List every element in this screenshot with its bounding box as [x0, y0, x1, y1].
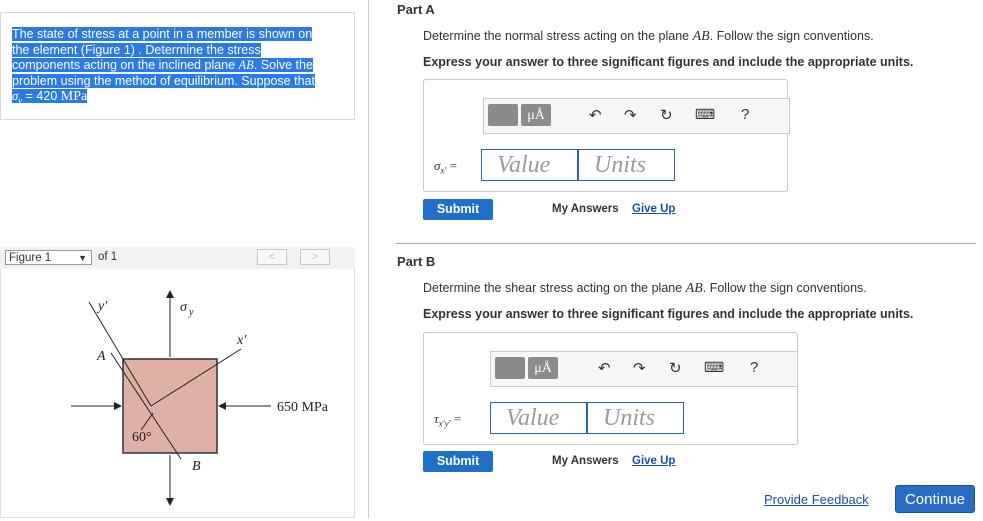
- undo-icon[interactable]: ↶: [589, 106, 602, 124]
- problem-line-4: problem using the method of equilibrium.…: [12, 73, 315, 88]
- part-b-plane: AB: [685, 281, 703, 296]
- problem-line-5: σy = 420 MPa: [12, 89, 88, 106]
- problem-statement-panel: The state of stress at a point in a memb…: [0, 12, 355, 120]
- problem-line-3c: . Solve the: [253, 58, 313, 72]
- problem-line-3a: components acting on the inclined plane: [12, 58, 239, 72]
- next-figure-button[interactable]: >: [300, 249, 330, 265]
- keyboard-icon[interactable]: ⌨: [695, 106, 715, 123]
- sigma-unit: MPa: [60, 89, 88, 104]
- help-icon[interactable]: ?: [741, 106, 749, 123]
- part-a-value-input[interactable]: Value: [481, 149, 578, 181]
- part-b-submit-button[interactable]: Submit: [423, 451, 493, 472]
- point-a-label: A: [96, 349, 106, 364]
- part-a-var-eq: =: [446, 158, 457, 173]
- part-b-toolbar: μÅ ↶ ↷ ↻ ⌨ ?: [490, 351, 798, 387]
- part-a-answer-box: μÅ ↶ ↷ ↻ ⌨ ? σx′ = Value Units: [423, 79, 790, 192]
- sigma-value: = 420: [22, 89, 61, 103]
- part-b-question-a: Determine the shear stress acting on the…: [423, 281, 686, 295]
- redo-icon[interactable]: ↷: [633, 359, 646, 377]
- part-b-title: Part B: [397, 254, 436, 269]
- prev-figure-button[interactable]: <: [257, 249, 287, 265]
- plane-ab: AB: [238, 58, 254, 72]
- part-b-my-answers[interactable]: My Answers: [552, 455, 619, 467]
- figure-select[interactable]: Figure 1 ▼: [5, 250, 92, 265]
- part-b-answer-box: μÅ ↶ ↷ ↻ ⌨ ? τx′y′ = Value Units: [423, 332, 798, 445]
- chevron-down-icon: ▼: [78, 253, 87, 263]
- part-a-question-a: Determine the normal stress acting on th…: [423, 29, 693, 43]
- problem-line-3: components acting on the inclined plane …: [12, 58, 313, 72]
- problem-line-2: the element (Figure 1) . Determine the s…: [12, 42, 261, 57]
- part-a-question-b: . Follow the sign conventions.: [709, 29, 874, 43]
- part-b-var-label: τx′y′ =: [434, 411, 461, 429]
- part-b-value-input[interactable]: Value: [490, 402, 587, 434]
- part-b-instruction: Express your answer to three significant…: [423, 307, 914, 321]
- template-icon[interactable]: [495, 357, 525, 379]
- parts-separator: [396, 243, 976, 244]
- problem-text: The state of stress at a point in a memb…: [12, 27, 342, 109]
- part-b-var-sub: x′y′: [438, 418, 451, 429]
- redo-icon[interactable]: ↷: [624, 106, 637, 124]
- column-divider: [368, 0, 369, 518]
- units-button[interactable]: μÅ: [521, 104, 551, 126]
- figure-area: y′ σ y x′ A B 60° 650 MPa: [0, 269, 355, 518]
- units-button[interactable]: μÅ: [528, 357, 558, 379]
- sigma-y-label: σ: [180, 300, 188, 315]
- angle-label: 60°: [132, 430, 152, 445]
- part-a-units-input[interactable]: Units: [578, 149, 675, 181]
- help-icon[interactable]: ?: [750, 359, 758, 376]
- part-b-give-up-link[interactable]: Give Up: [632, 455, 675, 467]
- y-prime-label: y′: [96, 299, 108, 314]
- part-a-var-label: σx′ =: [434, 158, 457, 176]
- part-b-question-b: . Follow the sign conventions.: [702, 281, 867, 295]
- figure-nav-bar: Figure 1 ▼ of 1 < >: [0, 247, 355, 270]
- part-a-question: Determine the normal stress acting on th…: [423, 29, 874, 45]
- part-a-toolbar: μÅ ↶ ↷ ↻ ⌨ ?: [483, 98, 790, 134]
- part-a-submit-button[interactable]: Submit: [423, 199, 493, 220]
- part-b-var-eq: =: [450, 411, 462, 426]
- undo-icon[interactable]: ↶: [598, 359, 611, 377]
- stress-650-label: 650 MPa: [277, 400, 329, 415]
- part-a-give-up-link[interactable]: Give Up: [632, 203, 675, 215]
- point-b-label: B: [192, 459, 201, 474]
- part-b-question: Determine the shear stress acting on the…: [423, 281, 867, 297]
- sigma-y-sub-label: y: [188, 307, 194, 318]
- template-icon[interactable]: [488, 104, 518, 126]
- part-a-title: Part A: [397, 2, 435, 17]
- reset-icon[interactable]: ↻: [660, 106, 673, 124]
- figure-count: of 1: [98, 251, 118, 263]
- problem-line-1: The state of stress at a point in a memb…: [12, 27, 313, 41]
- continue-button[interactable]: Continue: [895, 485, 975, 513]
- part-a-plane: AB: [692, 29, 710, 44]
- part-a-my-answers[interactable]: My Answers: [552, 203, 619, 215]
- x-prime-label: x′: [236, 333, 247, 348]
- stress-element-diagram: y′ σ y x′ A B 60° 650 MPa: [71, 290, 329, 506]
- part-a-instruction: Express your answer to three significant…: [423, 55, 914, 69]
- keyboard-icon[interactable]: ⌨: [704, 359, 724, 376]
- reset-icon[interactable]: ↻: [669, 359, 682, 377]
- figure-select-value: Figure 1: [9, 252, 52, 264]
- provide-feedback-link[interactable]: Provide Feedback: [764, 492, 869, 507]
- part-b-units-input[interactable]: Units: [587, 402, 684, 434]
